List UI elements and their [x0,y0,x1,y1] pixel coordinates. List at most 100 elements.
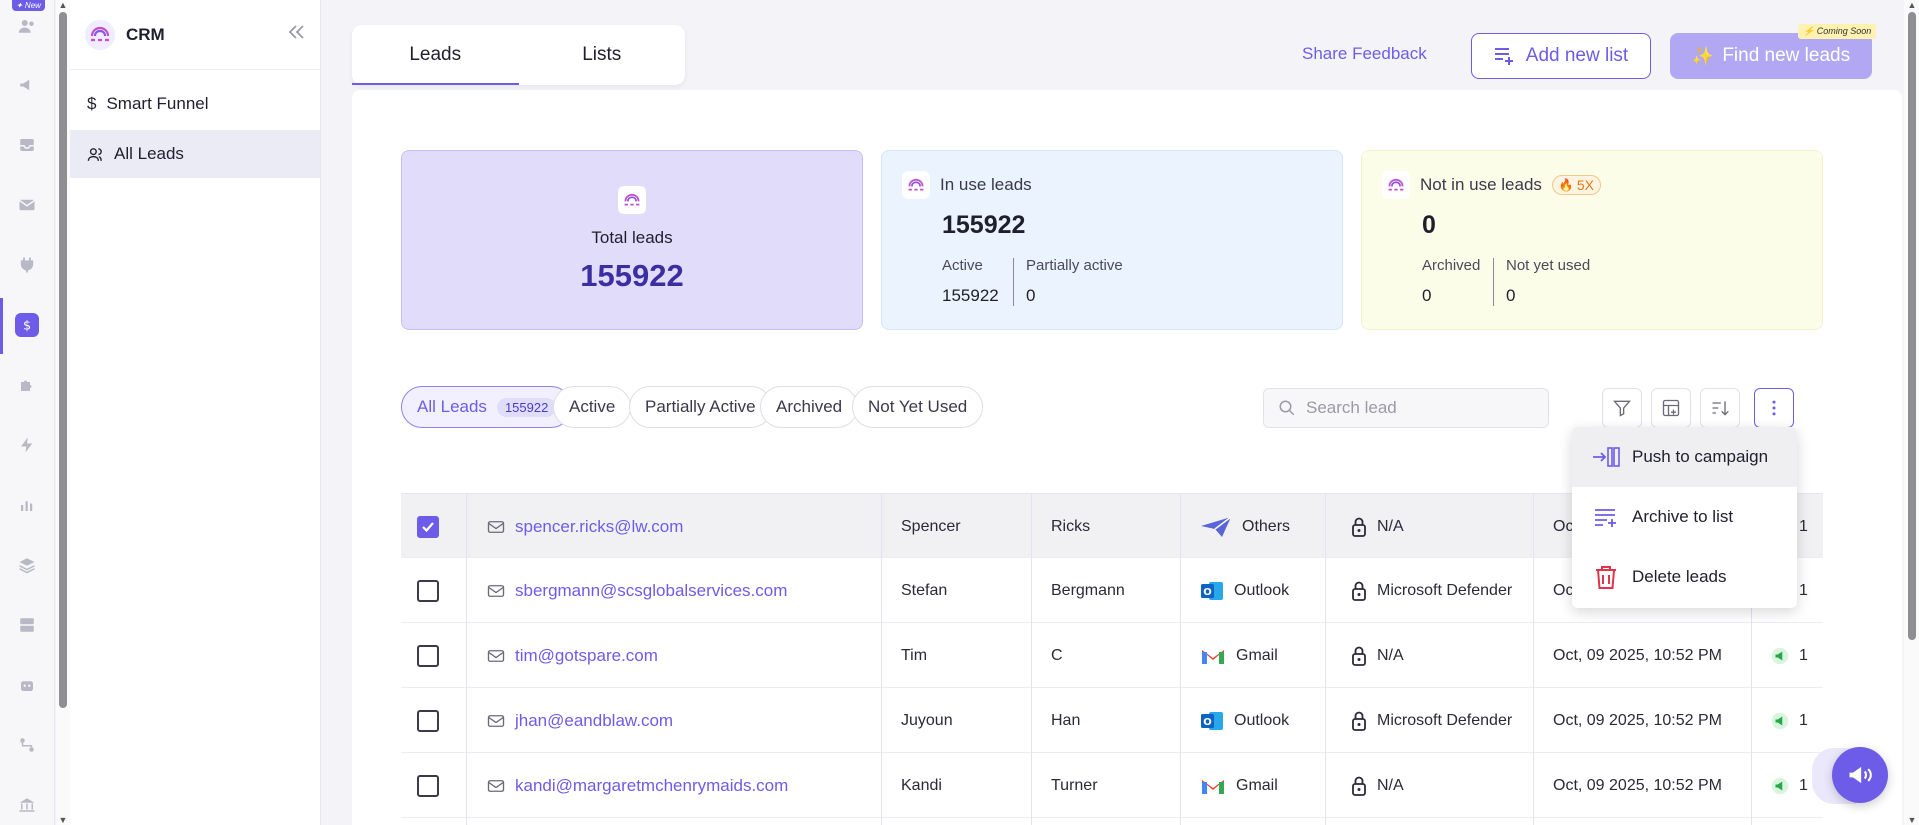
dollar-icon[interactable]: $ [15,313,39,337]
coming-soon-badge: ⚡ Coming Soon [1798,24,1877,39]
campaign-icon [1771,777,1789,794]
first-name-cell: Stefan [901,581,948,599]
page-scrollbar-thumb[interactable] [1908,12,1916,640]
announcement-fab[interactable] [1832,747,1888,803]
first-name-cell: Kandi [901,776,942,794]
partially-active-value: 0 [1026,286,1036,305]
lead-email[interactable]: jhan@eandblaw.com [515,711,673,731]
inbox-icon[interactable] [15,133,39,157]
sidebar-item-label: All Leads [114,144,184,163]
date-cell: Oc [1553,517,1574,535]
puzzle-icon[interactable] [15,373,39,397]
delete-leads-item[interactable]: Delete leads [1572,547,1797,607]
table-row[interactable]: jhan@eandblaw.com Juyoun Han O Outlook Micros… [401,688,1823,753]
contacts-icon[interactable] [15,14,39,38]
all-leads-count: 155922 [496,397,557,417]
filter-all-leads[interactable]: All Leads 155922 [401,386,573,428]
add-new-list-button[interactable]: Add new list [1471,33,1651,79]
crm-logo [85,19,115,50]
lead-email[interactable]: spencer.ricks@lw.com [515,517,683,537]
last-name-cell: Bergmann [1051,581,1125,599]
bar-chart-icon[interactable] [15,493,39,517]
lead-email[interactable]: sbergmann@scsglobalservices.com [515,581,787,601]
sidebar: CRM $ Smart Funnel All Leads [70,0,321,825]
server-icon[interactable] [15,613,39,637]
row-checkbox[interactable] [417,644,439,667]
search-icon [1278,399,1296,417]
sidebar-item-all-leads[interactable]: All Leads [70,130,320,178]
total-leads-value: 155922 [580,258,684,293]
rail-scrollbar[interactable]: ▲ ▼ [56,0,70,825]
mail-icon[interactable] [15,193,39,217]
fire-icon: 🔥 [1558,178,1574,192]
workflow-icon[interactable] [15,733,39,757]
plug-icon[interactable] [15,253,39,277]
megaphone-icon[interactable] [15,73,39,97]
sidebar-item-smart-funnel[interactable]: $ Smart Funnel [70,80,320,128]
collapse-sidebar-icon[interactable] [286,22,306,42]
not-in-use-header: Not in use leads 🔥 5X [1382,171,1601,199]
lead-email[interactable]: tim@gotspare.com [515,646,658,666]
date-cell: Oct, 09 2025, 10:52 PM [1553,776,1722,794]
lock-icon [1352,711,1366,731]
total-leads-label: Total leads [591,228,673,247]
columns-button[interactable] [1651,388,1691,428]
email-cell: tim@gotspare.com [487,623,658,688]
campaign-count-cell: 1 [1771,753,1808,818]
tab-lists[interactable]: Lists [519,25,686,85]
active-value: 155922 [942,286,999,305]
security-cell: Microsoft Defender [1351,558,1512,623]
mail-icon [487,584,505,597]
brain-logo-icon [1382,171,1410,199]
tab-leads[interactable]: Leads [352,25,519,85]
bank-icon[interactable] [15,793,39,817]
row-checkbox[interactable] [417,709,439,732]
sidebar-item-label: Smart Funnel [106,94,209,113]
row-checkbox[interactable] [417,579,439,602]
sort-button[interactable] [1700,388,1740,428]
email-cell: jhan@eandblaw.com [487,688,673,753]
row-checkbox[interactable] [417,515,439,538]
archive-to-list-item[interactable]: Archive to list [1572,487,1797,547]
page-scrollbar[interactable]: ▲ ▼ [1904,0,1919,825]
find-new-leads-button[interactable]: ✨ Find new leads [1670,33,1872,79]
filter-active[interactable]: Active [553,386,632,428]
filter-archived[interactable]: Archived [760,386,859,428]
not-in-use-leads-card: Not in use leads 🔥 5X 0 Archived 0 Not y… [1361,150,1823,330]
table-row[interactable]: tim@gotspare.com Tim C Gmail N/A Oct, 09 2025… [401,623,1823,688]
svg-text:O: O [1203,717,1212,728]
stat-divider [1493,258,1494,306]
bolt-icon[interactable] [15,433,39,457]
add-new-list-label: Add new list [1525,45,1629,66]
layers-icon[interactable] [15,553,39,577]
provider-cell: Others [1200,494,1290,559]
in-use-value: 155922 [942,211,1026,239]
table-row[interactable]: kandi@margaretmchenrymaids.com Kandi Turne… [401,753,1823,818]
email-cell: spencer.ricks@lw.com [487,494,683,559]
robot-icon[interactable] [15,673,39,697]
campaign-icon [1771,647,1789,664]
provider-cell: O Outlook [1200,558,1289,623]
provider-cell: Gmail [1200,623,1278,688]
in-use-header: In use leads [902,171,1032,199]
rail-scrollbar-thumb[interactable] [59,12,67,708]
lead-email[interactable]: kandi@margaretmchenrymaids.com [515,776,788,796]
last-name-cell: Ricks [1051,517,1091,535]
archived-label: Archived [1422,257,1481,274]
sparkle-icon: ✨ [1691,45,1715,66]
first-name-cell: Juyoun [901,711,953,729]
filter-button[interactable] [1602,388,1642,428]
multiplier-badge: 🔥 5X [1551,175,1601,195]
row-checkbox[interactable] [417,774,439,797]
rail-active-indicator [0,298,3,354]
filter-partially-active[interactable]: Partially Active [629,386,772,428]
push-to-campaign-item[interactable]: Push to campaign [1572,427,1797,487]
search-input[interactable] [1306,398,1536,418]
mail-icon [487,714,505,727]
filter-not-yet-used[interactable]: Not Yet Used [852,386,984,428]
date-cell: Oct, 09 2025, 10:52 PM [1553,711,1722,729]
share-feedback-link[interactable]: Share Feedback [1302,44,1427,64]
more-options-button[interactable] [1754,388,1794,428]
not-yet-used-stat: Not yet used 0 [1506,257,1590,306]
row-checkbox-cell [417,623,439,688]
